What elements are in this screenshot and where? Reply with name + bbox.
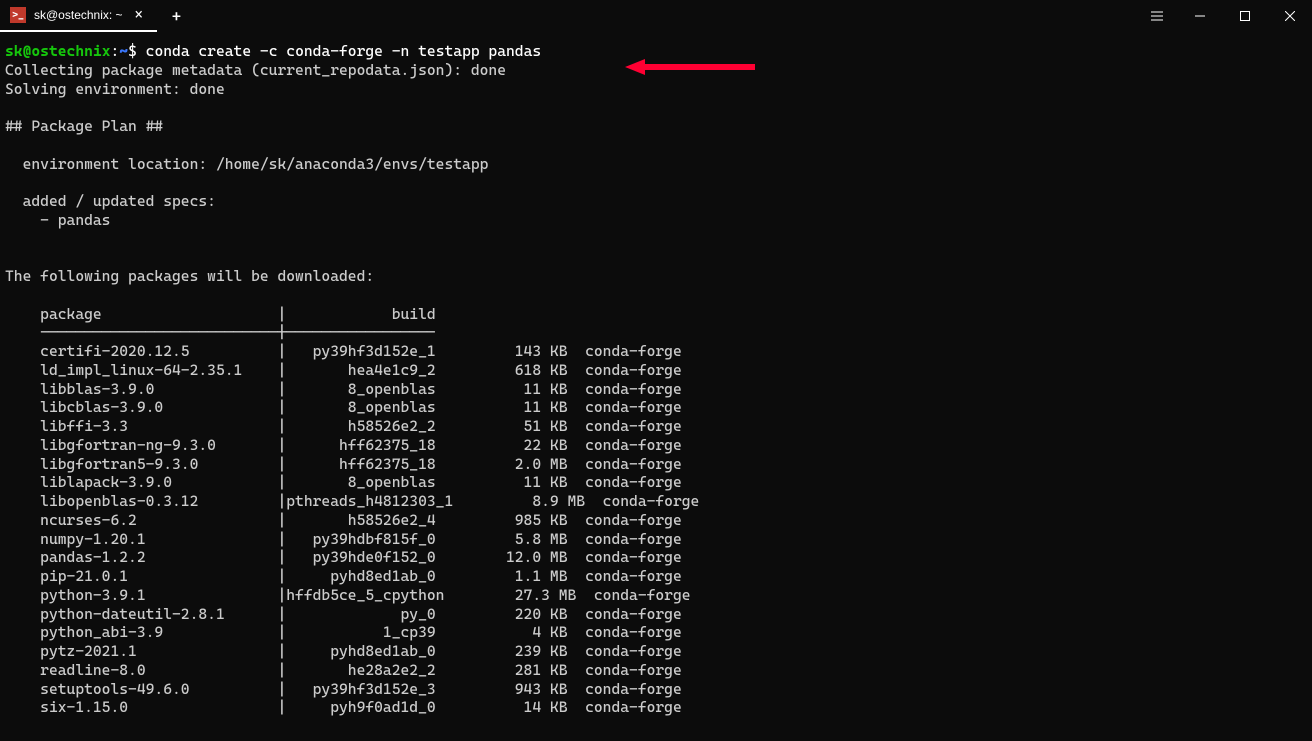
output-line: The following packages will be downloade… <box>5 267 374 285</box>
titlebar-left: >_ sk@ostechnix: ~ × + <box>0 0 196 32</box>
package-row: pytz-2021.1 | pyhd8ed1ab_0 239 KB conda-… <box>5 642 682 660</box>
command-text: conda create -c conda-forge -n testapp p… <box>146 42 542 60</box>
output-line: - pandas <box>5 211 110 229</box>
package-row: libopenblas-0.3.12 |pthreads_h4812303_1 … <box>5 492 699 510</box>
package-row: pip-21.0.1 | pyhd8ed1ab_0 1.1 MB conda-f… <box>5 567 682 585</box>
output-line: Collecting package metadata (current_rep… <box>5 61 506 79</box>
menu-icon[interactable] <box>1137 0 1177 32</box>
titlebar: >_ sk@ostechnix: ~ × + <box>0 0 1312 32</box>
package-row: python_abi-3.9 | 1_cp39 4 KB conda-forge <box>5 623 682 641</box>
add-tab-button[interactable]: + <box>157 7 196 26</box>
table-header: package | build <box>5 305 436 323</box>
package-row: libgfortran5-9.3.0 | hff62375_18 2.0 MB … <box>5 455 682 473</box>
package-row: libffi-3.3 | h58526e2_2 51 KB conda-forg… <box>5 417 682 435</box>
package-row: python-3.9.1 |hffdb5ce_5_cpython 27.3 MB… <box>5 586 691 604</box>
terminal-icon: >_ <box>10 7 26 23</box>
close-tab-icon[interactable]: × <box>131 7 147 23</box>
package-row: ld_impl_linux-64-2.35.1 | hea4e1c9_2 618… <box>5 361 682 379</box>
maximize-button[interactable] <box>1222 0 1267 32</box>
minimize-button[interactable] <box>1177 0 1222 32</box>
package-row: setuptools-49.6.0 | py39hf3d152e_3 943 K… <box>5 680 682 698</box>
package-row: liblapack-3.9.0 | 8_openblas 11 KB conda… <box>5 473 682 491</box>
close-button[interactable] <box>1267 0 1312 32</box>
terminal-output[interactable]: sk@ostechnix:~$ conda create -c conda-fo… <box>0 32 1312 727</box>
prompt-colon: : <box>110 42 119 60</box>
output-line: ## Package Plan ## <box>5 117 163 135</box>
package-row: libgfortran-ng-9.3.0 | hff62375_18 22 KB… <box>5 436 682 454</box>
package-row: libblas-3.9.0 | 8_openblas 11 KB conda-f… <box>5 380 682 398</box>
package-row: certifi-2020.12.5 | py39hf3d152e_1 143 K… <box>5 342 682 360</box>
package-row: numpy-1.20.1 | py39hdbf815f_0 5.8 MB con… <box>5 530 682 548</box>
package-row: python-dateutil-2.8.1 | py_0 220 KB cond… <box>5 605 682 623</box>
prompt-host: ostechnix <box>31 42 110 60</box>
prompt-path: ~ <box>119 42 128 60</box>
package-row: ncurses-6.2 | h58526e2_4 985 KB conda-fo… <box>5 511 682 529</box>
prompt-dollar: $ <box>128 42 146 60</box>
package-row: readline-8.0 | he28a2e2_2 281 KB conda-f… <box>5 661 682 679</box>
table-divider: ---------------------------|------------… <box>5 323 436 341</box>
output-line: Solving environment: done <box>5 80 225 98</box>
tab-title: sk@ostechnix: ~ <box>34 8 123 22</box>
package-row: six-1.15.0 | pyh9f0ad1d_0 14 KB conda-fo… <box>5 698 682 716</box>
package-row: pandas-1.2.2 | py39hde0f152_0 12.0 MB co… <box>5 548 682 566</box>
output-line: environment location: /home/sk/anaconda3… <box>5 155 488 173</box>
prompt-user: sk <box>5 42 23 60</box>
terminal-tab[interactable]: >_ sk@ostechnix: ~ × <box>0 0 157 32</box>
package-row: libcblas-3.9.0 | 8_openblas 11 KB conda-… <box>5 398 682 416</box>
titlebar-right <box>1137 0 1312 32</box>
output-line: added / updated specs: <box>5 192 216 210</box>
